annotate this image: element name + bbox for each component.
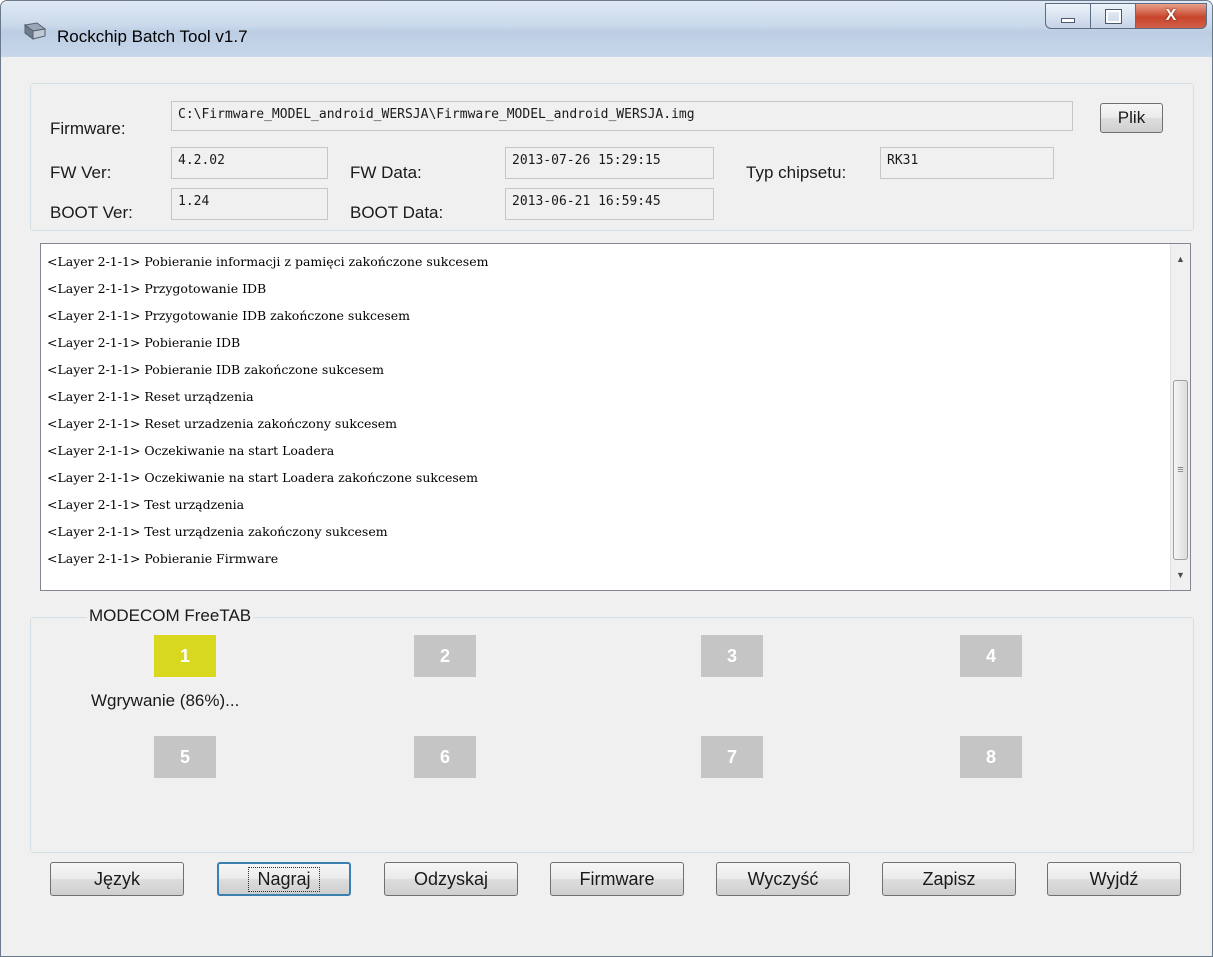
log-line: <Layer 2-1-1> Pobieranie Firmware [47, 551, 279, 566]
boot-date-label: BOOT Data: [350, 203, 444, 222]
close-icon: X [1165, 7, 1177, 24]
minimize-button[interactable] [1045, 3, 1091, 29]
device-slot-3: 3 [701, 635, 763, 677]
slot-number: 7 [726, 746, 737, 767]
scroll-thumb[interactable]: ≡ [1173, 380, 1188, 560]
device-slot-7: 7 [701, 736, 763, 778]
log-panel[interactable]: <Layer 2-1-1> Pobieranie informacji z pa… [40, 243, 1191, 591]
slot-number: 5 [179, 746, 190, 767]
log-line: <Layer 2-1-1> Oczekiwanie na start Loade… [47, 470, 479, 485]
close-button[interactable]: X [1135, 3, 1207, 29]
restore-button[interactable]: Odzyskaj [384, 862, 518, 896]
log-line: <Layer 2-1-1> Reset urządzenia [47, 389, 254, 404]
device-slot-6: 6 [414, 736, 476, 778]
clear-button[interactable]: Wyczyść [716, 862, 850, 896]
scroll-down-arrow-icon[interactable]: ▼ [1171, 566, 1190, 584]
language-button[interactable]: Język [50, 862, 184, 896]
slot-number: 2 [439, 645, 450, 666]
app-icon [23, 22, 47, 40]
device-slot-1: 1 [154, 635, 216, 677]
exit-button[interactable]: Wyjdź [1047, 862, 1181, 896]
grip-icon: ≡ [1177, 464, 1184, 476]
log-line: <Layer 2-1-1> Test urządzenia zakończony… [47, 524, 388, 539]
app-window: Rockchip Batch Tool v1.7 X Firmware: C:\… [0, 0, 1213, 957]
fw-ver-field: 4.2.02 [171, 147, 328, 179]
device-slot-2: 2 [414, 635, 476, 677]
clear-button-label: Wyczyść [747, 868, 819, 889]
device-slot-8: 8 [960, 736, 1022, 778]
upgrade-button-label: Nagraj [248, 866, 320, 892]
firmware-label: Firmware: [50, 119, 126, 138]
slot-number: 3 [726, 645, 737, 666]
device-slot-5: 5 [154, 736, 216, 778]
chipset-label: Typ chipsetu: [746, 163, 847, 182]
device-group-label: MODECOM FreeTAB [87, 606, 254, 626]
firmware-button[interactable]: Firmware [550, 862, 684, 896]
device-1-status: Wgrywanie (86%)... [91, 691, 240, 710]
upgrade-button[interactable]: Nagraj [217, 862, 351, 896]
boot-ver-field: 1.24 [171, 188, 328, 220]
log-line: <Layer 2-1-1> Test urządzenia [47, 497, 245, 512]
maximize-icon [1104, 8, 1122, 24]
firmware-button-label: Firmware [579, 868, 655, 889]
chipset-field: RK31 [880, 147, 1054, 179]
save-button-label: Zapisz [922, 868, 976, 889]
log-line: <Layer 2-1-1> Przygotowanie IDB [47, 281, 267, 296]
log-scrollbar[interactable]: ▲ ≡ ▼ [1170, 244, 1190, 590]
boot-ver-label: BOOT Ver: [50, 203, 133, 222]
boot-date-field: 2013-06-21 16:59:45 [505, 188, 714, 220]
log-line: <Layer 2-1-1> Oczekiwanie na start Loade… [47, 443, 335, 458]
browse-button-label: Plik [1117, 108, 1146, 127]
client-area: Firmware: C:\Firmware_MODEL_android_WERS… [11, 57, 1207, 952]
slot-number: 6 [439, 746, 450, 767]
fw-ver-label: FW Ver: [50, 163, 112, 182]
minimize-icon [1061, 18, 1075, 23]
log-lines: <Layer 2-1-1> Pobieranie informacji z pa… [47, 248, 1157, 572]
slot-number: 1 [179, 645, 190, 666]
log-line: <Layer 2-1-1> Reset urzadzenia zakończon… [47, 416, 398, 431]
log-line: <Layer 2-1-1> Pobieranie IDB zakończone … [47, 362, 385, 377]
window-title: Rockchip Batch Tool v1.7 [57, 27, 248, 46]
browse-button[interactable]: Plik [1100, 103, 1163, 133]
log-line: <Layer 2-1-1> Przygotowanie IDB zakończo… [47, 308, 411, 323]
firmware-path-field[interactable]: C:\Firmware_MODEL_android_WERSJA\Firmwar… [171, 101, 1073, 131]
device-slot-4: 4 [960, 635, 1022, 677]
log-line: <Layer 2-1-1> Pobieranie informacji z pa… [47, 254, 489, 269]
language-button-label: Język [93, 868, 140, 889]
slot-number: 8 [985, 746, 996, 767]
title-bar[interactable]: Rockchip Batch Tool v1.7 X [1, 1, 1212, 57]
save-button[interactable]: Zapisz [882, 862, 1016, 896]
slot-number: 4 [985, 645, 996, 666]
maximize-button[interactable] [1090, 3, 1136, 29]
exit-button-label: Wyjdź [1089, 868, 1139, 889]
restore-button-label: Odzyskaj [413, 868, 489, 889]
log-line: <Layer 2-1-1> Pobieranie IDB [47, 335, 241, 350]
fw-date-field: 2013-07-26 15:29:15 [505, 147, 714, 179]
scroll-up-arrow-icon[interactable]: ▲ [1171, 250, 1190, 268]
fw-date-label: FW Data: [350, 163, 422, 182]
